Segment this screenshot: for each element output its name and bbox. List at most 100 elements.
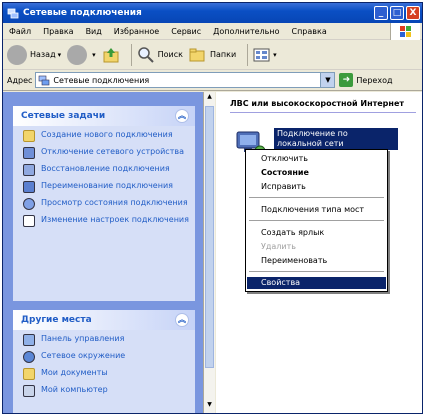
place-control-panel[interactable]: Панель управления <box>23 334 189 346</box>
menu-item-create-shortcut[interactable]: Создать ярлык <box>247 227 386 239</box>
task-new-connection[interactable]: Создание нового подключения <box>23 130 189 142</box>
folders-label: Папки <box>209 50 237 59</box>
menu-edit[interactable]: Правка <box>37 27 79 36</box>
place-label: Сетевое окружение <box>41 351 126 360</box>
network-connections-icon <box>39 75 50 86</box>
new-connection-icon <box>23 130 35 142</box>
window-title: Сетевые подключения <box>23 8 142 18</box>
network-places-icon <box>23 351 35 363</box>
place-my-computer[interactable]: Мой компьютер <box>23 385 189 397</box>
chevron-down-icon[interactable]: ▾ <box>92 51 96 59</box>
menu-separator <box>249 197 384 198</box>
menu-advanced[interactable]: Дополнительно <box>207 27 285 36</box>
scroll-down-icon[interactable]: ▼ <box>205 401 214 413</box>
menu-item-disable[interactable]: Отключить <box>247 153 386 165</box>
lan-connection-label[interactable]: Подключение по локальной сети <box>274 128 398 150</box>
toolbar-separator <box>130 43 132 66</box>
collapse-chevron-icon[interactable]: ︽ <box>175 109 189 123</box>
maximize-button[interactable]: □ <box>390 6 404 20</box>
menu-item-status[interactable]: Состояние <box>247 167 386 179</box>
menu-item-bridge[interactable]: Подключения типа мост <box>247 204 386 216</box>
place-label: Панель управления <box>41 334 125 343</box>
address-bar: Адрес Сетевые подключения ▼ ➜ Переход <box>3 70 422 91</box>
go-arrow-icon: ➜ <box>339 73 354 87</box>
address-value: Сетевые подключения <box>53 75 150 85</box>
settings-icon <box>23 215 35 227</box>
search-icon <box>137 46 154 63</box>
minimize-button[interactable]: _ <box>374 6 388 20</box>
task-rename[interactable]: Переименование подключения <box>23 181 189 193</box>
search-button[interactable]: Поиск <box>137 46 183 64</box>
folders-button[interactable]: Папки <box>189 47 236 63</box>
place-my-documents[interactable]: Мои документы <box>23 368 189 380</box>
my-computer-icon <box>23 385 35 397</box>
context-menu: Отключить Состояние Исправить Подключени… <box>245 149 388 292</box>
back-arrow-icon <box>7 44 27 65</box>
task-disable-device[interactable]: Отключение сетевого устройства <box>23 147 189 159</box>
menu-item-repair[interactable]: Исправить <box>247 181 386 193</box>
network-tasks-panel: Сетевые задачи ︽ Создание нового подключ… <box>13 106 195 301</box>
views-button[interactable]: ▾ <box>253 47 277 63</box>
task-label: Отключение сетевого устройства <box>41 147 184 156</box>
back-label: Назад <box>30 50 56 59</box>
task-view-status[interactable]: Просмотр состояния подключения <box>23 198 189 210</box>
other-places-list: Панель управления Сетевое окружение Мои … <box>13 330 195 406</box>
network-tasks-header[interactable]: Сетевые задачи ︽ <box>13 106 195 126</box>
windows-logo-icon <box>390 23 420 40</box>
network-tasks-list: Создание нового подключения Отключение с… <box>13 126 195 236</box>
up-folder-icon <box>103 47 119 62</box>
chevron-down-icon[interactable]: ▾ <box>58 51 62 59</box>
menu-separator <box>249 271 384 272</box>
menu-item-rename[interactable]: Переименовать <box>247 255 386 267</box>
control-panel-icon <box>23 334 35 346</box>
toolbar: Назад ▾ ▾ Поиск Папки ▾ <box>3 40 422 70</box>
go-button[interactable]: ➜ Переход <box>339 73 393 87</box>
chevron-down-icon[interactable]: ▾ <box>273 51 277 59</box>
menu-view[interactable]: Вид <box>80 27 108 36</box>
folders-icon <box>189 48 205 61</box>
repair-icon <box>23 164 35 176</box>
collapse-chevron-icon[interactable]: ︽ <box>175 313 189 327</box>
menu-bar: Файл Правка Вид Избранное Сервис Дополни… <box>3 23 422 40</box>
place-label: Мой компьютер <box>41 385 108 394</box>
task-label: Изменение настроек подключения <box>41 215 189 224</box>
views-icon <box>253 48 270 61</box>
address-field[interactable]: Сетевые подключения ▼ <box>35 72 336 88</box>
group-header: ЛВС или высокоскоростной Интернет <box>230 99 404 108</box>
task-label: Создание нового подключения <box>41 130 173 139</box>
forward-arrow-icon <box>67 44 88 65</box>
network-connections-icon <box>7 8 19 19</box>
title-bar[interactable]: Сетевые подключения _ □ X <box>3 3 422 23</box>
rename-icon <box>23 181 35 193</box>
up-folder-button[interactable] <box>102 46 120 64</box>
forward-button[interactable]: ▾ <box>67 44 96 65</box>
menu-file[interactable]: Файл <box>3 27 37 36</box>
other-places-title: Другие места <box>21 315 92 325</box>
menu-tools[interactable]: Сервис <box>165 27 207 36</box>
scroll-up-icon[interactable]: ▲ <box>205 93 214 105</box>
scroll-thumb[interactable] <box>205 106 214 368</box>
menu-item-delete: Удалить <box>261 242 296 251</box>
back-button[interactable]: Назад ▾ <box>7 44 62 65</box>
my-documents-icon <box>23 368 35 380</box>
task-label: Переименование подключения <box>41 181 173 190</box>
place-network-places[interactable]: Сетевое окружение <box>23 351 189 363</box>
group-divider <box>230 112 416 113</box>
task-pane-scrollbar[interactable]: ▲ ▼ <box>203 92 215 413</box>
close-button[interactable]: X <box>406 6 420 20</box>
place-label: Мои документы <box>41 368 108 377</box>
disable-device-icon <box>23 147 35 159</box>
menu-favorites[interactable]: Избранное <box>108 27 165 36</box>
task-label: Просмотр состояния подключения <box>41 198 188 207</box>
network-tasks-title: Сетевые задачи <box>21 111 106 121</box>
menu-help[interactable]: Справка <box>285 27 332 36</box>
address-dropdown-button[interactable]: ▼ <box>320 73 335 87</box>
go-label: Переход <box>356 75 393 85</box>
search-label: Поиск <box>157 50 183 59</box>
menu-item-properties[interactable]: Свойства <box>247 277 386 289</box>
task-label: Восстановление подключения <box>41 164 170 173</box>
other-places-header[interactable]: Другие места ︽ <box>13 310 195 330</box>
task-change-settings[interactable]: Изменение настроек подключения <box>23 215 189 227</box>
task-repair[interactable]: Восстановление подключения <box>23 164 189 176</box>
address-label: Адрес <box>7 75 33 85</box>
